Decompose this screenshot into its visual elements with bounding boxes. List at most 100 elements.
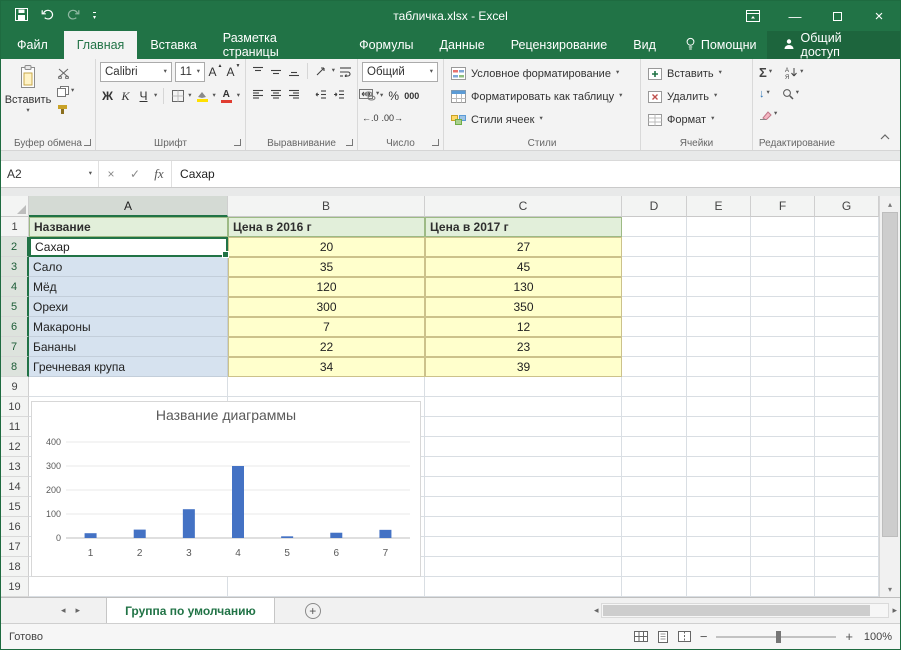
cell-F12[interactable] — [751, 437, 815, 457]
row-header[interactable]: 3 — [1, 257, 29, 277]
cell-A7[interactable]: Бананы — [29, 337, 228, 357]
autosum-button[interactable]: Σ▾ — [759, 65, 772, 80]
clear-button[interactable]: ▾ — [759, 110, 777, 120]
cell-E4[interactable] — [687, 277, 751, 297]
column-header[interactable]: C — [425, 196, 622, 217]
row-header[interactable]: 19 — [1, 577, 29, 597]
cell-C12[interactable] — [425, 437, 622, 457]
scroll-right-icon[interactable]: ▸ — [892, 605, 897, 616]
horizontal-scroll-thumb[interactable] — [603, 605, 870, 616]
cell-D19[interactable] — [622, 577, 687, 597]
number-format-select[interactable]: Общий▾ — [362, 62, 438, 82]
cell-G9[interactable] — [815, 377, 879, 397]
dialog-launcher-icon[interactable] — [346, 139, 353, 146]
row-header[interactable]: 10 — [1, 397, 29, 417]
select-all-corner[interactable] — [1, 196, 29, 217]
fill-button[interactable]: ↓▾ — [759, 88, 770, 100]
tell-me-assistant[interactable]: Помощни — [675, 31, 767, 59]
column-header[interactable]: A — [29, 196, 228, 217]
close-button[interactable]: × — [858, 1, 900, 31]
align-bottom-button[interactable] — [286, 62, 301, 80]
cell-A1[interactable]: Название — [29, 217, 228, 237]
accounting-format-button[interactable] — [362, 87, 377, 105]
cell-F16[interactable] — [751, 517, 815, 537]
borders-button[interactable] — [170, 87, 185, 105]
row-header[interactable]: 14 — [1, 477, 29, 497]
column-header[interactable]: E — [687, 196, 751, 217]
name-box[interactable]: A2▾ — [1, 161, 99, 187]
cell-C18[interactable] — [425, 557, 622, 577]
cell-A2[interactable]: Сахар — [29, 237, 228, 257]
cell-D16[interactable] — [622, 517, 687, 537]
sort-filter-button[interactable]: АЯ▾ — [784, 66, 803, 79]
row-header[interactable]: 11 — [1, 417, 29, 437]
zoom-in-button[interactable]: + — [845, 629, 853, 644]
row-header[interactable]: 2 — [1, 237, 29, 257]
cell-G16[interactable] — [815, 517, 879, 537]
cell-F6[interactable] — [751, 317, 815, 337]
collapse-ribbon-icon[interactable] — [880, 127, 890, 145]
ribbon-tab[interactable]: Вставка — [137, 31, 209, 59]
cell-D3[interactable] — [622, 257, 687, 277]
ribbon-tab[interactable]: Главная — [64, 31, 138, 59]
enter-icon[interactable]: ✓ — [123, 161, 147, 187]
conditional-formatting-button[interactable]: Условное форматирование▾ — [448, 62, 636, 85]
cell-G14[interactable] — [815, 477, 879, 497]
cell-B2[interactable]: 20 — [228, 237, 425, 257]
cell-D11[interactable] — [622, 417, 687, 437]
wrap-text-button[interactable] — [338, 62, 353, 80]
cell-C5[interactable]: 350 — [425, 297, 622, 317]
font-name-select[interactable]: Calibri▾ — [100, 62, 172, 82]
delete-cells-button[interactable]: Удалить▾ — [645, 85, 748, 108]
paste-button[interactable]: Вставить ▾ — [5, 62, 51, 116]
cell-C19[interactable] — [425, 577, 622, 597]
cell-G11[interactable] — [815, 417, 879, 437]
cell-A4[interactable]: Мёд — [29, 277, 228, 297]
align-top-button[interactable] — [250, 62, 265, 80]
cell-D2[interactable] — [622, 237, 687, 257]
page-break-view-icon[interactable] — [678, 631, 691, 642]
increase-indent-button[interactable] — [331, 85, 346, 103]
minimize-button[interactable]: — — [774, 1, 816, 31]
cell-F13[interactable] — [751, 457, 815, 477]
cell-E16[interactable] — [687, 517, 751, 537]
cell-D6[interactable] — [622, 317, 687, 337]
cell-F11[interactable] — [751, 417, 815, 437]
row-header[interactable]: 12 — [1, 437, 29, 457]
dialog-launcher-icon[interactable] — [234, 139, 241, 146]
ribbon-tab[interactable]: Данные — [427, 31, 498, 59]
ribbon-tab[interactable]: Формулы — [346, 31, 426, 59]
cell-F5[interactable] — [751, 297, 815, 317]
sheet-nav-left-icon[interactable]: ◂ — [61, 605, 66, 616]
cell-D18[interactable] — [622, 557, 687, 577]
zoom-slider-thumb[interactable] — [776, 631, 781, 643]
cell-C6[interactable]: 12 — [425, 317, 622, 337]
increase-decimal-button[interactable]: ←.0 — [362, 109, 379, 127]
cell-B5[interactable]: 300 — [228, 297, 425, 317]
formula-input[interactable]: Сахар — [171, 161, 900, 187]
cell-C11[interactable] — [425, 417, 622, 437]
chart[interactable]: Название диаграммы 01002003004001234567 — [31, 401, 421, 577]
cell-D10[interactable] — [622, 397, 687, 417]
cell-D8[interactable] — [622, 357, 687, 377]
page-layout-view-icon[interactable] — [657, 631, 669, 643]
cell-B7[interactable]: 22 — [228, 337, 425, 357]
horizontal-scrollbar[interactable]: ◂ ▸ — [594, 603, 900, 618]
ribbon-tab[interactable]: Вид — [620, 31, 669, 59]
dialog-launcher-icon[interactable] — [432, 139, 439, 146]
zoom-slider[interactable] — [716, 636, 836, 638]
align-left-button[interactable] — [250, 85, 265, 103]
cell-D17[interactable] — [622, 537, 687, 557]
cell-B8[interactable]: 34 — [228, 357, 425, 377]
cell-G10[interactable] — [815, 397, 879, 417]
cell-G5[interactable] — [815, 297, 879, 317]
cell-G17[interactable] — [815, 537, 879, 557]
find-select-button[interactable]: ▾ — [782, 88, 799, 100]
cell-B9[interactable] — [228, 377, 425, 397]
maximize-button[interactable] — [816, 1, 858, 31]
format-cells-button[interactable]: Формат▾ — [645, 108, 748, 131]
row-header[interactable]: 9 — [1, 377, 29, 397]
bold-button[interactable]: Ж — [100, 87, 115, 105]
cell-F1[interactable] — [751, 217, 815, 237]
align-center-button[interactable] — [268, 85, 283, 103]
